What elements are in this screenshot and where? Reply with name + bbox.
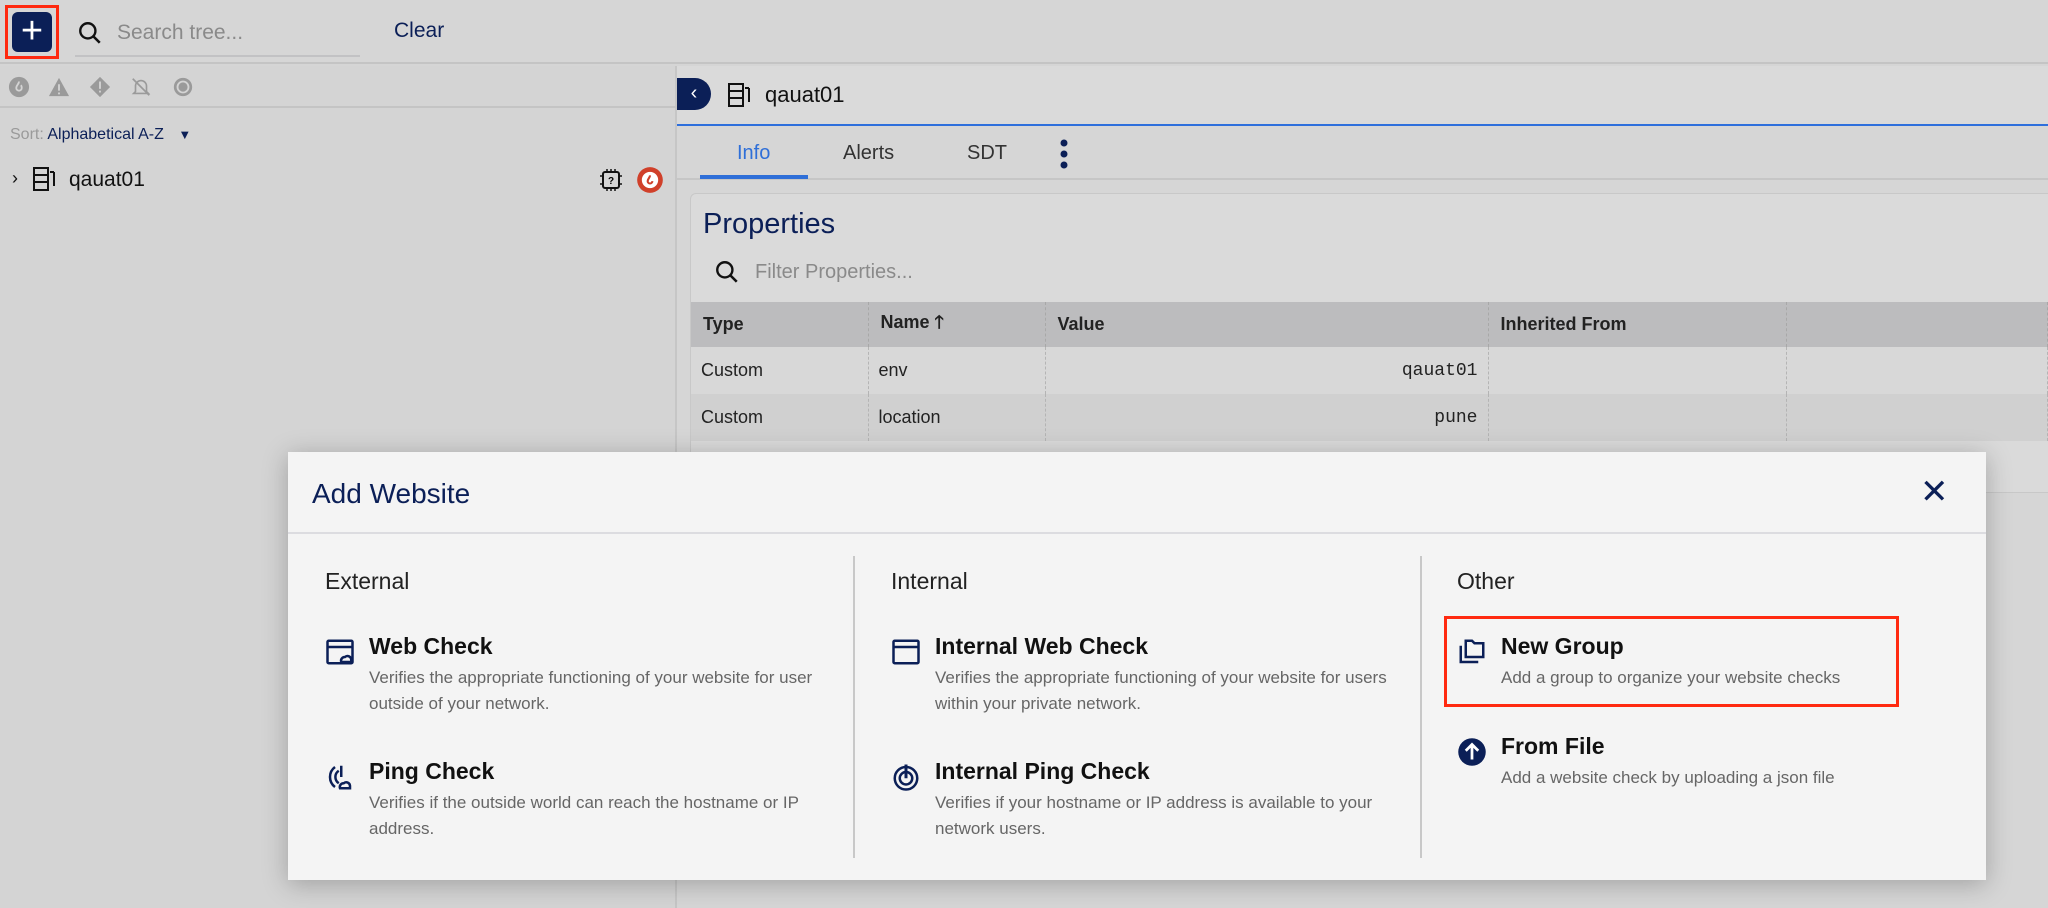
browser-window-icon — [892, 639, 920, 665]
section-other: Other — [1457, 568, 1515, 594]
section-external: External — [325, 568, 410, 594]
muted-alerts-icon[interactable] — [130, 76, 152, 98]
cell-name: env — [868, 347, 1046, 394]
cell-inherited — [1488, 347, 1787, 394]
table-row[interactable]: Custom env qauat01 — [691, 347, 2048, 394]
option-description: Verifies the appropriate functioning of … — [369, 668, 813, 713]
option-description: Verifies if your hostname or IP address … — [935, 793, 1373, 838]
svg-text:?: ? — [608, 176, 614, 187]
column-divider — [1420, 556, 1422, 858]
column-header-empty — [1786, 302, 2048, 347]
collector-icon: ? — [600, 169, 622, 191]
filter-properties-input[interactable]: Filter Properties... — [755, 261, 913, 284]
error-filter-icon[interactable] — [89, 76, 111, 98]
cell-type: Custom — [691, 347, 869, 394]
more-options-icon[interactable] — [1059, 138, 1069, 170]
tree-item-label: qauat01 — [69, 168, 145, 191]
sort-control[interactable]: Sort: Alphabetical A-Z ▼ — [10, 126, 191, 144]
option-title: Ping Check — [369, 758, 495, 784]
web-check-icon — [326, 639, 354, 665]
search-icon — [716, 261, 738, 283]
detail-tabs: Info Alerts SDT — [677, 128, 2048, 180]
sort-value: Alphabetical A-Z — [47, 126, 164, 143]
detail-title: qauat01 — [765, 82, 845, 107]
highlight-box — [1444, 616, 1899, 707]
warning-filter-icon[interactable] — [48, 76, 70, 98]
tab-sdt[interactable]: SDT — [967, 142, 1007, 165]
critical-alert-icon[interactable] — [636, 166, 664, 194]
cell-empty — [1786, 347, 2048, 394]
cell-inherited — [1488, 394, 1787, 441]
option-title: From File — [1501, 733, 1605, 759]
properties-title: Properties — [703, 208, 836, 240]
column-header-value[interactable]: Value — [1045, 302, 1489, 347]
dialog-title: Add Website — [312, 478, 471, 509]
collapse-panel-button[interactable]: ‹ — [677, 78, 711, 110]
tree-item[interactable]: › qauat01 ? — [12, 166, 667, 196]
column-header-inherited[interactable]: Inherited From — [1488, 302, 1787, 347]
tab-alerts[interactable]: Alerts — [843, 142, 894, 165]
cell-empty — [1786, 394, 2048, 441]
clear-button[interactable]: Clear — [394, 19, 444, 43]
option-title: Web Check — [369, 633, 493, 659]
name-header-label: Name — [880, 311, 930, 332]
caret-down-icon: ▼ — [178, 127, 192, 142]
search-icon — [79, 22, 101, 44]
column-header-type[interactable]: Type — [691, 302, 869, 347]
sort-label: Sort: — [10, 126, 44, 143]
dialog-divider — [288, 532, 1986, 534]
option-title: Internal Ping Check — [935, 758, 1150, 784]
search-placeholder: Search tree... — [117, 21, 244, 44]
column-divider — [853, 556, 855, 858]
internal-ping-icon — [893, 764, 919, 791]
option-description: Verifies if the outside world can reach … — [369, 793, 799, 838]
add-button[interactable]: + — [12, 12, 52, 52]
search-tree-input[interactable]: Search tree... — [75, 12, 360, 57]
sdt-filter-icon[interactable] — [172, 76, 194, 98]
upload-icon — [1458, 738, 1486, 766]
status-filter-bar — [0, 66, 677, 108]
option-description: Add a website check by uploading a json … — [1501, 768, 1835, 787]
column-header-name[interactable]: Name 🡑 — [868, 302, 1046, 347]
cell-type: Custom — [691, 394, 869, 441]
device-icon — [33, 167, 55, 191]
critical-filter-icon[interactable] — [8, 76, 30, 98]
option-title: Internal Web Check — [935, 633, 1149, 659]
cell-value: qauat01 — [1045, 347, 1489, 394]
cell-value: pune — [1045, 394, 1489, 441]
properties-table: Type Name 🡑 Value Inherited From Custom … — [691, 302, 2048, 441]
active-tab-indicator — [700, 175, 808, 179]
table-row[interactable]: Custom location pune — [691, 394, 2048, 441]
ping-check-icon — [328, 765, 352, 790]
tab-info[interactable]: Info — [737, 142, 770, 165]
sort-ascending-icon: 🡑 — [934, 311, 944, 332]
cell-name: location — [868, 394, 1046, 441]
option-description: Verifies the appropriate functioning of … — [935, 668, 1387, 713]
close-icon[interactable]: ✕ — [1920, 474, 1949, 510]
chevron-right-icon[interactable]: › — [12, 168, 18, 189]
device-icon — [728, 83, 750, 107]
section-internal: Internal — [891, 568, 968, 594]
detail-header — [677, 66, 2048, 126]
